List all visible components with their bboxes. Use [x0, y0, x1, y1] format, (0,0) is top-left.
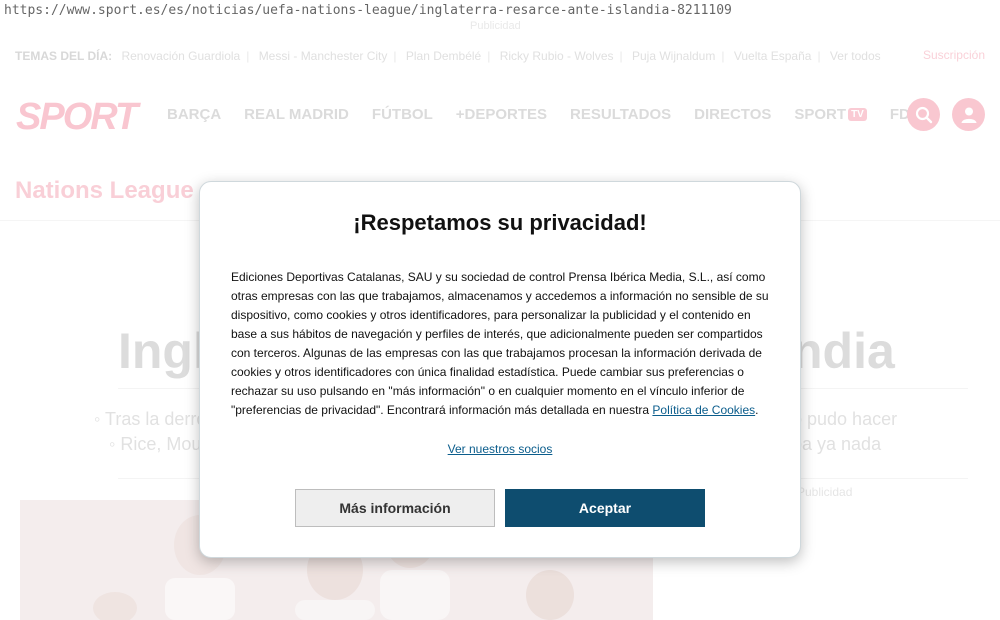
consent-text: Ediciones Deportivas Catalanas, SAU y su… — [231, 268, 776, 420]
more-info-button[interactable]: Más información — [295, 489, 495, 527]
consent-body-end: . — [755, 403, 759, 417]
accept-button[interactable]: Aceptar — [505, 489, 705, 527]
consent-dialog: ¡Respetamos su privacidad! Ediciones Dep… — [199, 181, 801, 558]
consent-title: ¡Respetamos su privacidad! — [353, 210, 647, 235]
cookie-policy-link[interactable]: Política de Cookies — [652, 403, 755, 417]
partners-link[interactable]: Ver nuestros socios — [200, 442, 800, 456]
consent-body: Ediciones Deportivas Catalanas, SAU y su… — [231, 270, 769, 417]
